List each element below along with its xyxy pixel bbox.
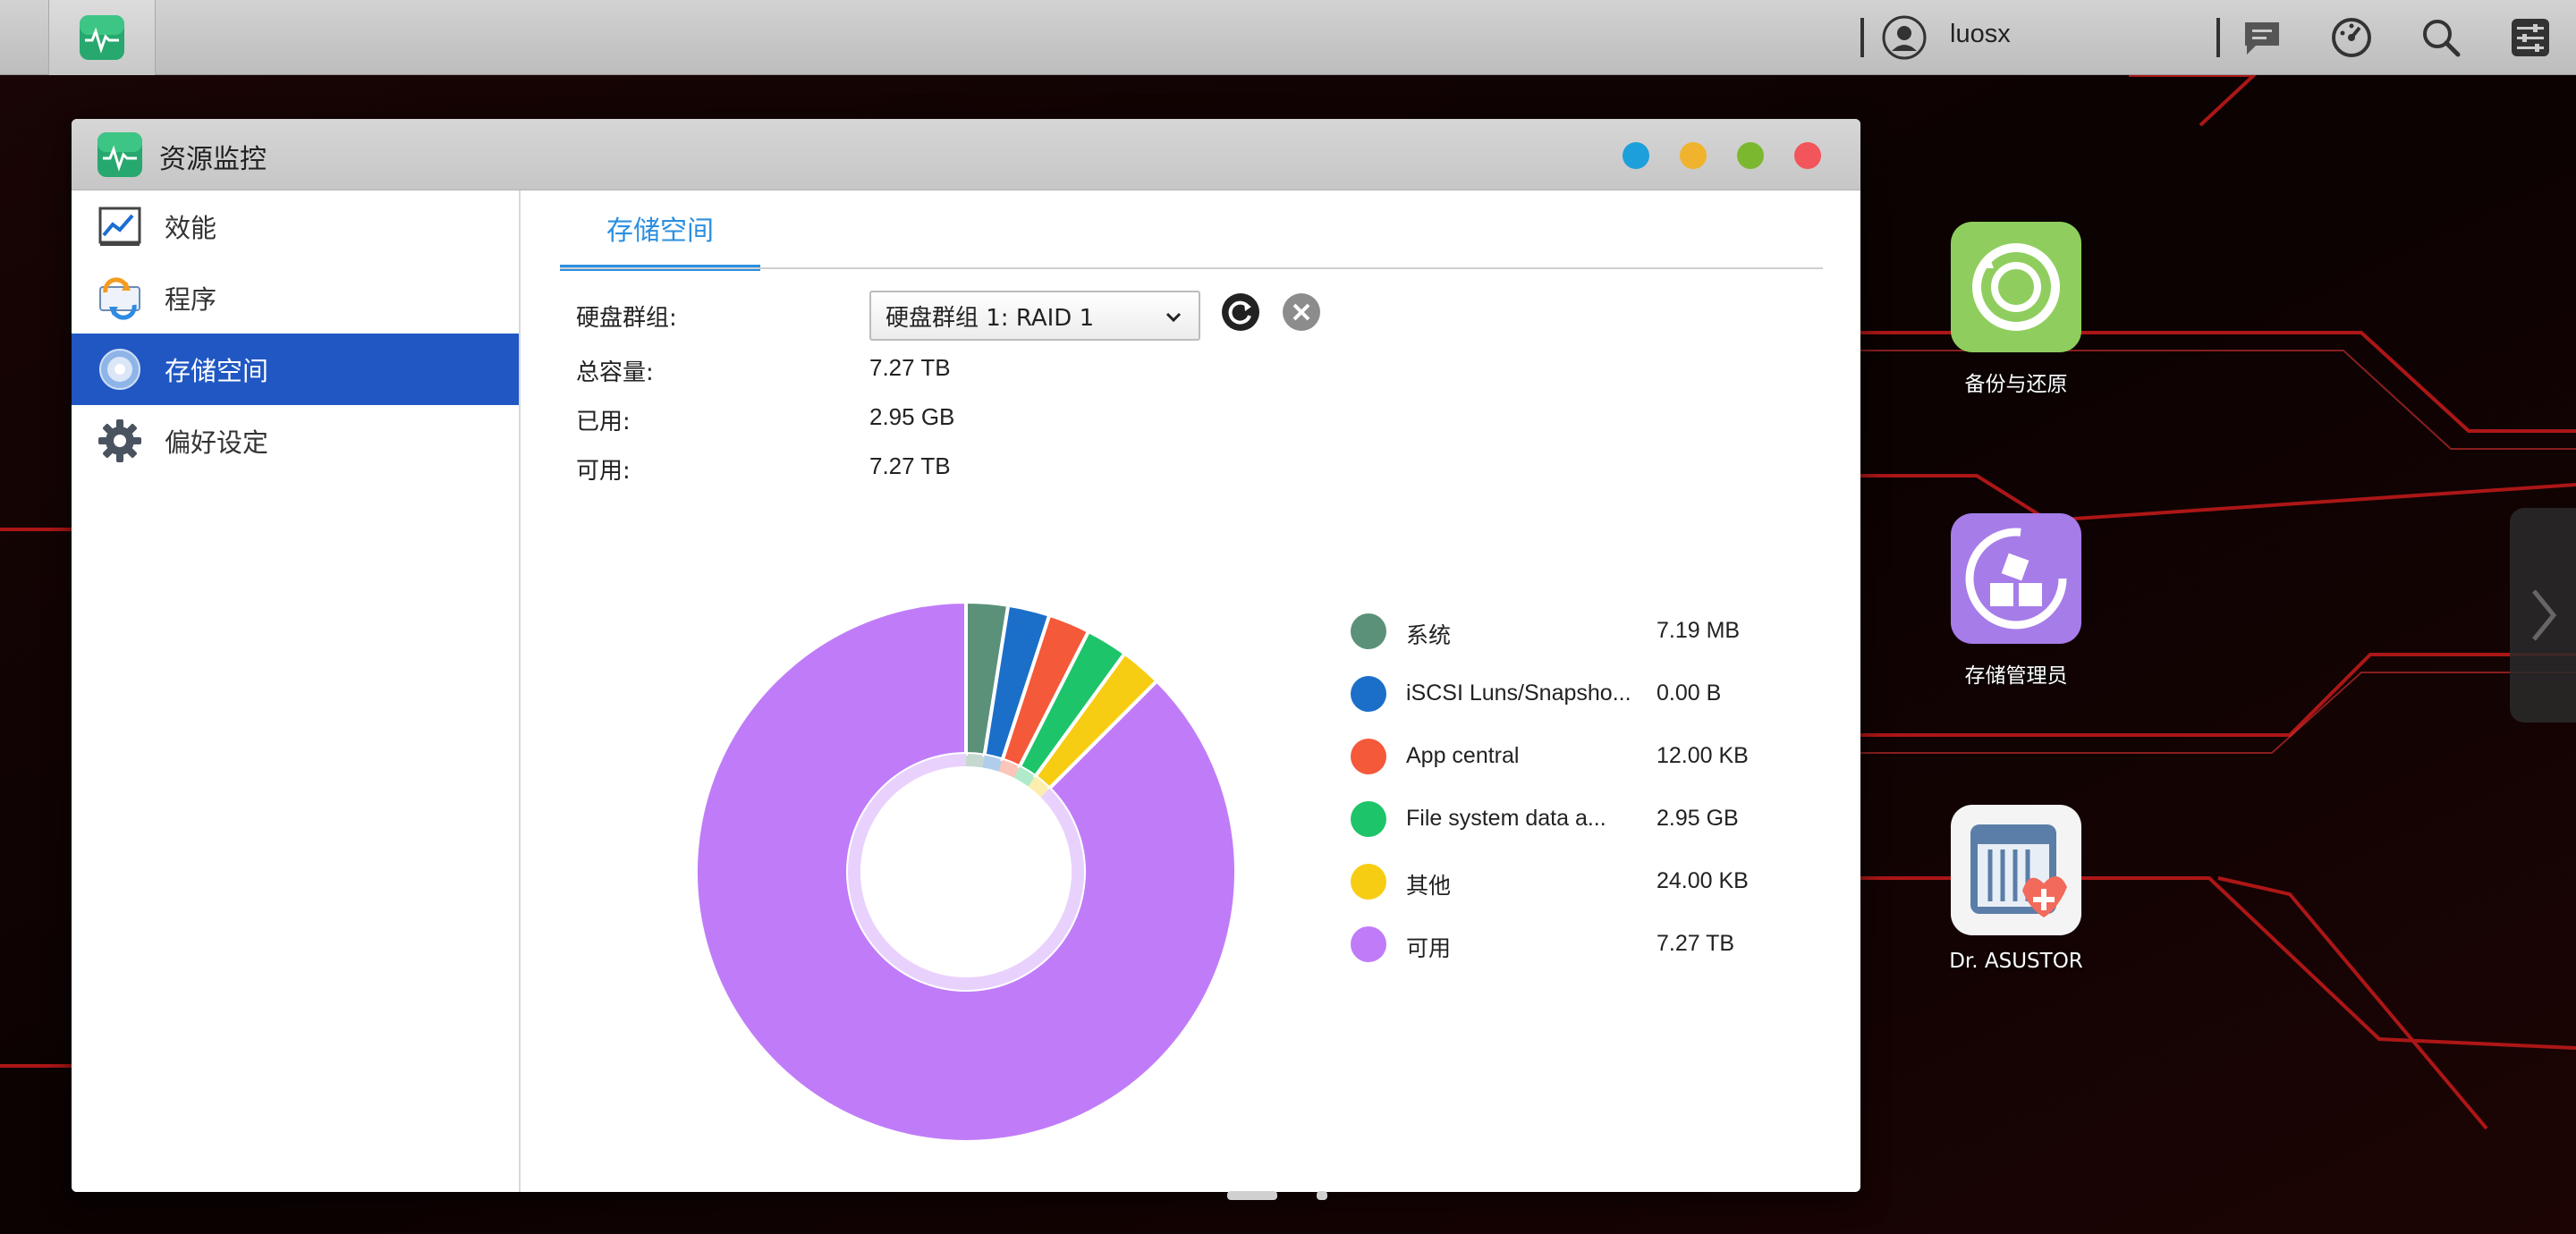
legend-label: App central (1406, 743, 1520, 768)
clear-button[interactable] (1281, 292, 1322, 333)
legend-swatch (1351, 864, 1386, 900)
sidebar-item-label: 效能 (165, 213, 217, 243)
used-label: 已用: (576, 409, 631, 435)
window-titlebar[interactable]: 资源监控 (72, 119, 1860, 190)
window-restore-button[interactable] (1680, 142, 1707, 169)
legend-label: iSCSI Luns/Snapsho... (1406, 680, 1631, 706)
storage-usage-donut-chart (694, 599, 1238, 1144)
backup-restore-icon (1951, 222, 2081, 352)
desktop-next-page-handle[interactable] (2510, 508, 2576, 723)
tab-divider (560, 267, 1823, 269)
sidebar-item-storage[interactable]: 存储空间 (72, 334, 519, 405)
dr-asustor-icon (1951, 805, 2081, 935)
legend-value: 0.00 B (1657, 680, 1722, 706)
legend-item[interactable]: 其他 24.00 KB (1351, 859, 1798, 904)
legend-label: 可用 (1406, 936, 1452, 961)
used-value: 2.95 GB (869, 403, 955, 430)
desktop-app-dr-asustor[interactable]: Dr. ASUSTOR (1932, 805, 2100, 973)
legend-swatch (1351, 739, 1386, 774)
legend-value: 7.19 MB (1657, 618, 1741, 643)
refresh-button[interactable] (1220, 292, 1261, 333)
legend-item[interactable]: 可用 7.27 TB (1351, 922, 1798, 967)
page-indicator-active[interactable] (1227, 1191, 1277, 1200)
notification-icon[interactable] (2240, 15, 2284, 60)
search-icon[interactable] (2419, 15, 2463, 60)
legend-swatch (1351, 801, 1386, 837)
page-indicator[interactable] (1317, 1191, 1327, 1200)
legend-swatch (1351, 676, 1386, 712)
chevron-down-icon (1165, 312, 1182, 323)
legend-value: 7.27 TB (1657, 931, 1735, 956)
gear-icon (98, 419, 141, 462)
resource-monitor-icon (97, 132, 142, 177)
top-taskbar: luosx (0, 0, 2576, 75)
taskbar-separator (2216, 18, 2220, 57)
available-label: 可用: (576, 458, 631, 485)
total-capacity-label: 总容量: (576, 359, 654, 386)
tab-storage[interactable]: 存储空间 (560, 190, 760, 271)
donut-slice-inner-band-0 (966, 754, 985, 768)
volume-group-select[interactable]: 硬盘群组 1: RAID 1 (869, 291, 1200, 341)
desktop-app-storage-manager[interactable]: 存储管理员 (1932, 513, 2100, 689)
user-icon[interactable] (1882, 15, 1927, 60)
legend-value: 24.00 KB (1657, 868, 1749, 893)
legend-swatch (1351, 926, 1386, 962)
dashboard-icon[interactable] (2329, 15, 2374, 60)
window-title: 资源监控 (159, 144, 267, 175)
username-label[interactable]: luosx (1950, 20, 2011, 49)
legend-label: File system data a... (1406, 806, 1606, 831)
total-capacity-value: 7.27 TB (869, 354, 951, 381)
process-icon (99, 277, 140, 320)
resource-monitor-icon (80, 15, 124, 60)
volume-group-label: 硬盘群组: (576, 305, 677, 332)
sidebar: 效能 程序 存储空间 偏好设定 (72, 190, 521, 1192)
sidebar-item-label: 存储空间 (165, 356, 269, 386)
desktop-app-label: Dr. ASUSTOR (1949, 950, 2083, 973)
desktop-app-label: 存储管理员 (1964, 664, 2068, 688)
sidebar-item-label: 偏好设定 (165, 427, 269, 458)
legend-value: 2.95 GB (1657, 806, 1739, 831)
sidebar-item-performance[interactable]: 效能 (72, 190, 519, 262)
desktop-app-backup-restore[interactable]: 备份与还原 (1932, 222, 2100, 397)
chevron-right-icon (2532, 589, 2557, 641)
legend-swatch (1351, 613, 1386, 649)
taskbar-separator (1860, 18, 1864, 57)
resource-monitor-window: 资源监控 效能 程序 存储空间 偏好设定 存储空间 硬盘群组: 硬盘群组 1: … (72, 119, 1860, 1192)
sidebar-item-processes[interactable]: 程序 (72, 262, 519, 334)
sidebar-item-label: 程序 (165, 284, 217, 315)
legend-item[interactable]: File system data a... 2.95 GB (1351, 797, 1798, 841)
storage-manager-icon (1951, 513, 2081, 644)
available-value: 7.27 TB (869, 452, 951, 479)
window-minimize-button[interactable] (1623, 142, 1649, 169)
legend-label: 系统 (1406, 623, 1452, 648)
taskbar-app-resource-monitor[interactable] (48, 0, 156, 75)
window-maximize-button[interactable] (1737, 142, 1764, 169)
storage-panel: 存储空间 硬盘群组: 硬盘群组 1: RAID 1 总容量: 7.27 TB 已… (521, 190, 1860, 1192)
donut-hole (860, 766, 1072, 977)
sidebar-item-preferences[interactable]: 偏好设定 (72, 405, 519, 477)
desktop-app-label: 备份与还原 (1964, 373, 2068, 396)
storage-disk-icon (99, 349, 140, 390)
performance-chart-icon (98, 207, 141, 246)
settings-icon[interactable] (2508, 15, 2553, 60)
legend-item[interactable]: App central 12.00 KB (1351, 734, 1798, 779)
volume-group-selected: 硬盘群组 1: RAID 1 (886, 304, 1095, 332)
window-close-button[interactable] (1794, 142, 1821, 169)
legend-label: 其他 (1406, 874, 1452, 899)
legend-item[interactable]: 系统 7.19 MB (1351, 609, 1798, 654)
legend-item[interactable]: iSCSI Luns/Snapsho... 0.00 B (1351, 672, 1798, 716)
legend-value: 12.00 KB (1657, 743, 1749, 768)
